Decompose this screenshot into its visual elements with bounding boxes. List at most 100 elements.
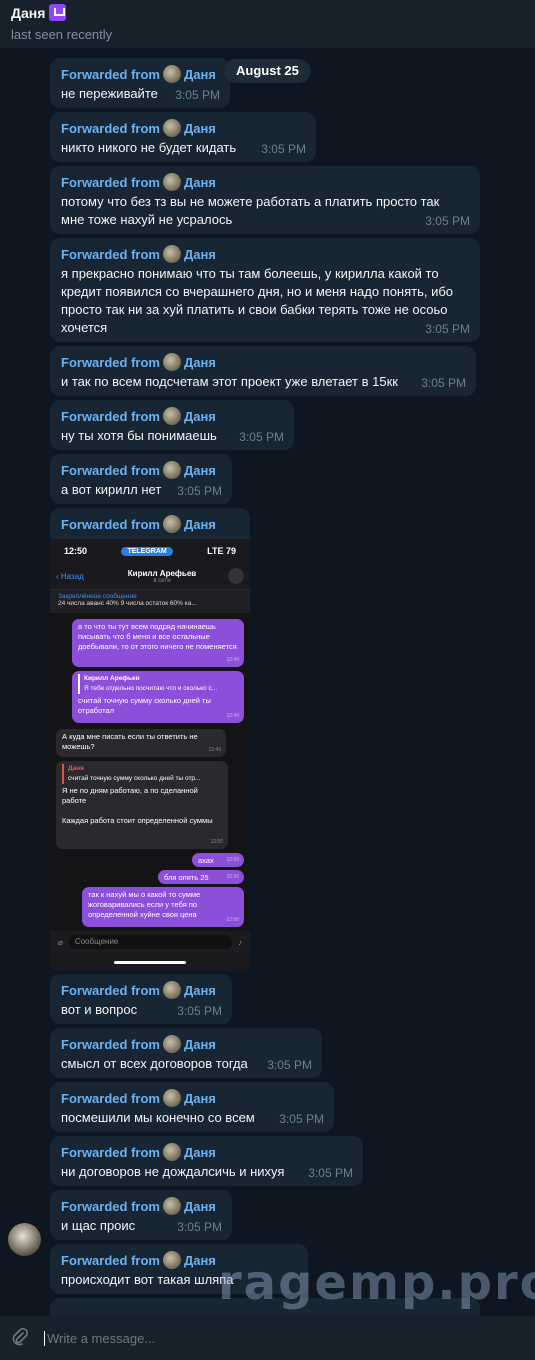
paperclip-icon[interactable] xyxy=(10,1327,32,1349)
forwarded-label: Forwarded from xyxy=(61,1198,160,1214)
avatar xyxy=(162,65,181,83)
message[interactable]: Forwarded from Даня я прекрасно понимаю ч… xyxy=(50,238,480,342)
forwarded-label: Forwarded from xyxy=(61,1036,160,1052)
forwarded-header[interactable]: Forwarded from Даня xyxy=(61,461,221,479)
forwarded-name[interactable]: Даня xyxy=(184,1037,216,1052)
message-text: и так по всем подсчетам этот проект уже … xyxy=(61,374,398,389)
phone-contact: Кирилл Арефьев в сети xyxy=(96,569,228,584)
message-text: я прекрасно понимаю что ты там болеешь, … xyxy=(61,266,454,335)
forwarded-name[interactable]: Даня xyxy=(184,67,216,82)
message[interactable]: Forwarded from Даня вот и вопрос 3:05 PM xyxy=(50,974,232,1024)
sender-avatar[interactable] xyxy=(8,1223,41,1256)
forwarded-header[interactable]: Forwarded from Даня xyxy=(61,65,219,83)
forwarded-header[interactable]: Forwarded from Даня xyxy=(61,1089,323,1107)
message[interactable]: Forwarded from Даня посмешили мы конечно … xyxy=(50,1082,334,1132)
forwarded-header[interactable]: Forwarded from Даня xyxy=(61,981,221,999)
forwarded-name[interactable]: Даня xyxy=(184,355,216,370)
forwarded-label: Forwarded from xyxy=(61,1144,160,1160)
message[interactable]: Forwarded from Даня потому что без тз вы … xyxy=(50,166,480,234)
forwarded-name[interactable]: Даня xyxy=(184,1253,216,1268)
message-time: 3:05 PM xyxy=(421,376,466,390)
forwarded-header[interactable]: Forwarded from Даня xyxy=(61,119,305,137)
forwarded-name[interactable]: Даня xyxy=(184,1199,216,1214)
phone-bubble: так к нахуй мы о какой то сумме жоговари… xyxy=(82,887,244,927)
forwarded-name[interactable]: Даня xyxy=(184,175,216,190)
telegram-pill: TELEGRAM xyxy=(121,546,173,556)
forwarded-header[interactable]: Forwarded from Даня xyxy=(61,173,469,191)
bubble-time: 12:50 xyxy=(226,857,239,863)
message[interactable]: Forwarded from Даня ну ты хотя бы понимае… xyxy=(50,400,294,450)
message-time: 3:05 PM xyxy=(177,1004,222,1018)
phone-bubble: ахах 12:50 xyxy=(192,853,244,867)
forwarded-name[interactable]: Даня xyxy=(184,1091,216,1106)
contact-name: Даня xyxy=(11,4,46,21)
avatar xyxy=(162,1197,181,1215)
avatar xyxy=(162,1035,181,1053)
forwarded-name[interactable]: Даня xyxy=(184,463,216,478)
bubble-text: ахах xyxy=(198,856,214,865)
forwarded-name[interactable]: Даня xyxy=(184,1145,216,1160)
screenshot-image[interactable]: 12:50 TELEGRAM LTE 79 ‹ Назад Кирилл Аре… xyxy=(50,539,250,971)
message[interactable]: Forwarded from Даня а вот кирилл нет 3:05… xyxy=(50,454,232,504)
bubble-time: 12:49 xyxy=(226,713,239,719)
back-link: ‹ Назад xyxy=(56,571,84,581)
forwarded-label: Forwarded from xyxy=(61,66,160,82)
date-separator: August 25 xyxy=(224,59,311,83)
forwarded-label: Forwarded from xyxy=(61,462,160,478)
message-time: 3:05 PM xyxy=(279,1112,324,1126)
message-time: 3:05 PM xyxy=(177,1220,222,1234)
message[interactable]: Forwarded from Даня смысл от всех договор… xyxy=(50,1028,322,1078)
bubble-text: А куда мне писать если ты ответить не мо… xyxy=(62,732,198,751)
forwarded-name[interactable]: Даня xyxy=(184,409,216,424)
forwarded-header[interactable]: Forwarded from Даня xyxy=(61,245,469,263)
phone-contact-name: Кирилл Арефьев xyxy=(127,568,197,578)
forwarded-label: Forwarded from xyxy=(61,408,160,424)
avatar xyxy=(162,1143,181,1161)
forwarded-label: Forwarded from xyxy=(61,1252,160,1268)
message[interactable]: Forwarded from Даня и так по всем подсчет… xyxy=(50,346,476,396)
forwarded-label: Forwarded from xyxy=(61,354,160,370)
avatar xyxy=(162,407,181,425)
forwarded-name[interactable]: Даня xyxy=(184,121,216,136)
message[interactable]: Forwarded from Даня ни договоров не дожда… xyxy=(50,1136,363,1186)
phone-clock: 12:50 xyxy=(64,546,88,556)
message-list[interactable]: Forwarded from Даня не переживайте 3:05 P… xyxy=(0,48,535,1316)
phone-bubble: А куда мне писать если ты ответить не мо… xyxy=(56,729,226,757)
message[interactable]: Forwarded from Даня не переживайте 3:05 P… xyxy=(50,58,230,108)
bubble-text: бля опять 25 xyxy=(164,873,209,882)
message-text: потому что без тз вы не можете работать … xyxy=(61,194,440,227)
phone-bubble: Даня считай точную сумму сколько дней ты … xyxy=(56,761,228,849)
bubble-time: 12:49 xyxy=(208,747,221,753)
forwarded-name[interactable]: Даня xyxy=(184,983,216,998)
message-time: 3:05 PM xyxy=(175,88,220,102)
forwarded-header[interactable]: Forwarded from Даня xyxy=(61,407,283,425)
forwarded-header[interactable]: Forwarded from Даня xyxy=(61,515,239,533)
phone-bubble: Кирилл Арефьев Я тебе отдельно посчитаю ч… xyxy=(72,671,244,723)
watermark: ragemp.pro xyxy=(218,1255,535,1311)
bubble-time: 12:49 xyxy=(226,657,239,663)
phone-input-bar: ⌀ Сообщение ♪ xyxy=(50,931,250,953)
avatar xyxy=(162,173,181,191)
message[interactable]: Forwarded from Даня никто никого не будет… xyxy=(50,112,316,162)
pinned-message: Закреплённое сообщение 24 числа аванс 40… xyxy=(50,589,250,613)
forwarded-header[interactable]: Forwarded from Даня xyxy=(61,353,465,371)
message[interactable]: Forwarded from Даня и щас проис 3:05 PM xyxy=(50,1190,232,1240)
phone-signal: LTE 79 xyxy=(207,546,236,556)
avatar xyxy=(162,981,181,999)
bubble-text: а то что ты тут всем подряд начинаешь пи… xyxy=(78,622,237,651)
phone-input: Сообщение xyxy=(68,935,232,949)
message-photo[interactable]: Forwarded from Даня 12:50 TELEGRAM LTE 79… xyxy=(50,508,250,971)
forwarded-name[interactable]: Даня xyxy=(184,517,216,532)
phone-bubble: бля опять 25 12:50 xyxy=(158,870,244,884)
forwarded-header[interactable]: Forwarded from Даня xyxy=(61,1035,311,1053)
forwarded-name[interactable]: Даня xyxy=(184,247,216,262)
avatar xyxy=(162,1251,181,1269)
message-time: 3:05 PM xyxy=(425,214,470,228)
chat-header[interactable]: Даня last seen recently xyxy=(0,0,535,48)
message-time: 3:05 PM xyxy=(425,322,470,336)
phone-bubble: а то что ты тут всем подряд начинаешь пи… xyxy=(72,619,244,667)
bubble-text: так к нахуй мы о какой то сумме жоговари… xyxy=(88,890,201,919)
message-input[interactable]: Write a message... xyxy=(44,1330,155,1346)
forwarded-header[interactable]: Forwarded from Даня xyxy=(61,1143,352,1161)
forwarded-header[interactable]: Forwarded from Даня xyxy=(61,1197,221,1215)
